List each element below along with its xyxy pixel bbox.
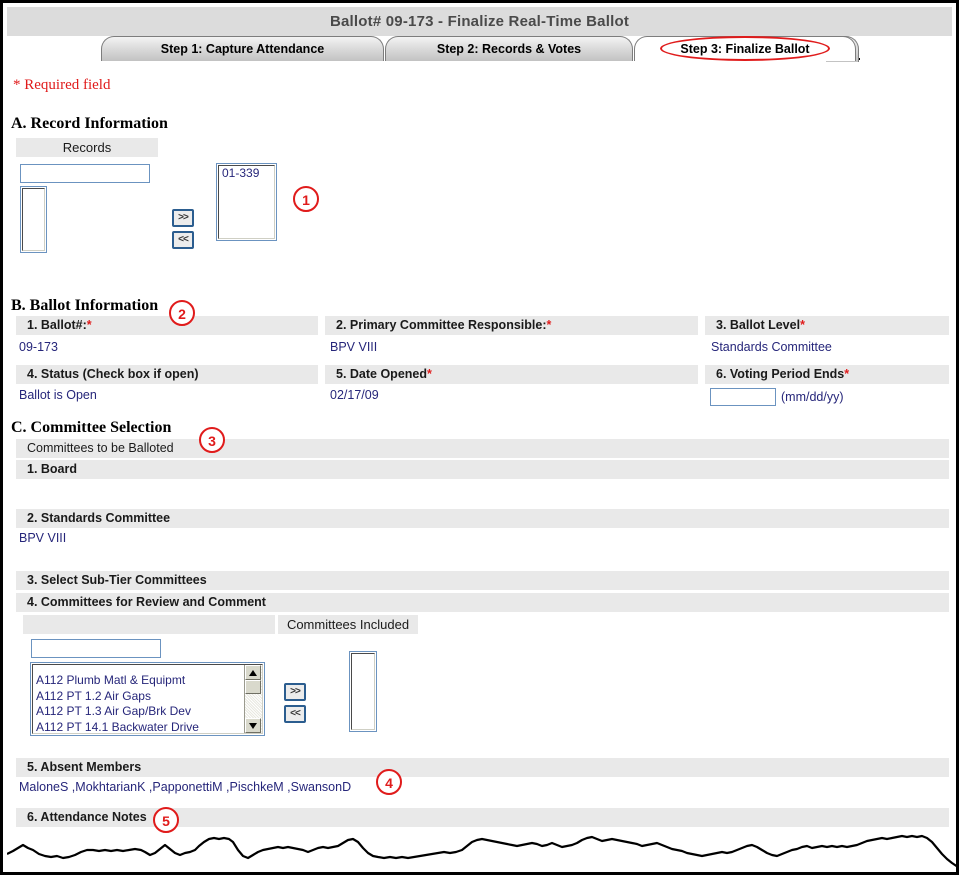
committee-row-label-board-text: 1. Board xyxy=(27,462,78,476)
required-star: * xyxy=(86,318,92,332)
voting-period-ends-format-hint: (mm/dd/yy) xyxy=(781,390,844,404)
field-label-primary-committee-text: 2. Primary Committee Responsible: xyxy=(336,318,547,332)
absent-members-label: 5. Absent Members xyxy=(16,758,949,777)
field-value-ballot-level: Standards Committee xyxy=(711,340,832,354)
committee-option[interactable]: A112 PT 14.1 Backwater Drive xyxy=(33,720,244,734)
committees-remove-button[interactable]: << xyxy=(284,705,306,723)
field-label-ballot-level-text: 3. Ballot Level xyxy=(716,318,801,332)
committees-to-be-balloted-header: Committees to be Balloted xyxy=(16,439,949,458)
section-b-heading: B. Ballot Information xyxy=(11,297,159,314)
required-field-note: * Required field xyxy=(13,77,111,93)
records-selected-list[interactable]: 01-339 xyxy=(218,165,275,239)
committees-included-header: Committees Included xyxy=(278,615,418,634)
field-label-date-opened-text: 5. Date Opened xyxy=(336,367,427,381)
absent-members-label-text: 5. Absent Members xyxy=(27,760,142,774)
records-selected-item[interactable]: 01-339 xyxy=(219,166,274,182)
records-available-listbox[interactable] xyxy=(20,186,47,253)
field-label-status: 4. Status (Check box if open) xyxy=(16,365,318,384)
committee-row-label-sub-tier-text: 3. Select Sub-Tier Committees xyxy=(27,573,207,587)
field-label-date-opened: 5. Date Opened* xyxy=(325,365,698,384)
required-star: * xyxy=(844,367,850,381)
records-column-header: Records xyxy=(16,138,158,157)
tab-step-1-capture-attendance[interactable]: Step 1: Capture Attendance xyxy=(101,36,384,61)
scrollbar-thumb[interactable] xyxy=(245,680,261,694)
committees-to-be-balloted-header-text: Committees to be Balloted xyxy=(27,441,174,455)
scroll-down-arrow-icon[interactable] xyxy=(245,718,261,733)
annotation-marker-1: 1 xyxy=(293,186,319,212)
torn-paper-edge xyxy=(6,812,956,872)
annotation-marker-5: 5 xyxy=(153,807,179,833)
field-label-primary-committee: 2. Primary Committee Responsible:* xyxy=(325,316,698,335)
step-tabs: Step 1: Capture Attendance Step 2: Recor… xyxy=(3,36,956,63)
committees-included-list[interactable] xyxy=(351,653,375,730)
field-value-status: Ballot is Open xyxy=(19,388,97,402)
field-label-status-text: 4. Status (Check box if open) xyxy=(27,367,199,381)
field-value-primary-committee: BPV VIII xyxy=(330,340,378,354)
records-remove-button[interactable]: << xyxy=(172,231,194,249)
section-c-heading: C. Committee Selection xyxy=(11,419,172,436)
required-star: * xyxy=(546,318,552,332)
field-label-voting-period-ends-text: 6. Voting Period Ends xyxy=(716,367,845,381)
records-search-input[interactable] xyxy=(20,164,150,183)
field-label-ballot-number: 1. Ballot#:* xyxy=(16,316,318,335)
committee-option[interactable]: A112 PT 1.3 Air Gap/Brk Dev xyxy=(33,704,244,720)
tab-step-3-finalize-ballot[interactable]: Step 3: Finalize Ballot xyxy=(634,36,856,61)
required-star: * xyxy=(427,367,432,381)
records-selected-listbox[interactable]: 01-339 xyxy=(216,163,277,241)
torn-edge-icon xyxy=(6,834,956,867)
field-label-ballot-level: 3. Ballot Level* xyxy=(705,316,949,335)
voting-period-ends-input[interactable] xyxy=(710,388,776,406)
committees-list-scrollbar[interactable] xyxy=(244,665,262,733)
committees-available-list[interactable]: A112 Plumb Matl & Equipmt A112 PT 1.2 Ai… xyxy=(32,664,263,734)
committee-row-label-sub-tier: 3. Select Sub-Tier Committees xyxy=(16,571,949,590)
committees-available-listbox[interactable]: A112 Plumb Matl & Equipmt A112 PT 1.2 Ai… xyxy=(30,662,265,736)
field-value-date-opened: 02/17/09 xyxy=(330,388,379,402)
committee-option[interactable]: A112 Plumb Matl & Equipmt xyxy=(33,673,244,689)
committee-row-label-review-comment: 4. Committees for Review and Comment xyxy=(16,593,949,612)
committee-row-value-standards: BPV VIII xyxy=(19,531,67,545)
ballot-finalize-page: Ballot# 09-173 - Finalize Real-Time Ball… xyxy=(0,0,959,875)
records-available-list[interactable] xyxy=(22,188,45,251)
committees-available-header xyxy=(23,615,275,634)
window-title: Ballot# 09-173 - Finalize Real-Time Ball… xyxy=(7,7,952,36)
committees-search-input[interactable] xyxy=(31,639,161,658)
field-label-voting-period-ends: 6. Voting Period Ends* xyxy=(705,365,949,384)
section-a-heading: A. Record Information xyxy=(11,115,168,132)
field-value-ballot-number: 09-173 xyxy=(19,340,58,354)
committees-included-listbox[interactable] xyxy=(349,651,377,732)
field-label-ballot-number-text: 1. Ballot#: xyxy=(27,318,87,332)
annotation-marker-3: 3 xyxy=(199,427,225,453)
absent-members-value: MaloneS ,MokhtarianK ,PapponettiM ,Pisch… xyxy=(19,780,352,794)
scroll-up-arrow-icon[interactable] xyxy=(245,665,261,680)
committee-option[interactable]: A112 PT 1.2 Air Gaps xyxy=(33,689,244,705)
records-add-button[interactable]: >> xyxy=(172,209,194,227)
committee-row-label-standards: 2. Standards Committee xyxy=(16,509,949,528)
annotation-marker-4: 4 xyxy=(376,769,402,795)
required-star: * xyxy=(800,318,805,332)
committee-row-label-review-comment-text: 4. Committees for Review and Comment xyxy=(27,595,266,609)
annotation-marker-2: 2 xyxy=(169,300,195,326)
committees-add-button[interactable]: >> xyxy=(284,683,306,701)
committee-row-label-standards-text: 2. Standards Committee xyxy=(27,511,171,525)
committee-row-label-board: 1. Board xyxy=(16,460,949,479)
tab-step-2-records-votes[interactable]: Step 2: Records & Votes xyxy=(385,36,633,61)
